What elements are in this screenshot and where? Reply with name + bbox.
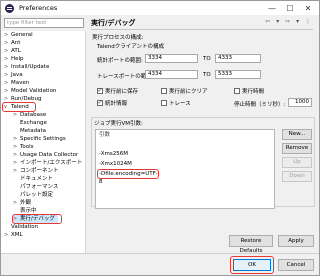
preferences-tree: > General > Ant > ATL > Help > Install/Update… (1, 31, 86, 253)
exec-time-checkbox[interactable]: 実行時間 (234, 87, 264, 95)
tree-item-specific-settings[interactable]: > Specific Settings (13, 135, 66, 143)
trace-port-from-input[interactable]: 4334 (145, 70, 198, 79)
preferences-window: Preferences — ☐ ✕ type filter text > Gene… (0, 0, 320, 276)
chevron-right-icon: > (13, 136, 18, 142)
chevron-right-icon: > (13, 144, 18, 150)
minimize-button[interactable]: — (263, 1, 281, 15)
tree-item-general[interactable]: > General (4, 31, 33, 39)
tree-item-database[interactable]: > Database (13, 111, 46, 119)
tree-item-documentation[interactable]: ドキュメント (13, 175, 53, 183)
tree-item-metadata[interactable]: Metadata (13, 127, 46, 135)
chevron-right-icon: > (4, 64, 9, 70)
tree-item-xml[interactable]: > XML (4, 231, 23, 239)
chevron-right-icon: > (4, 56, 9, 62)
cancel-button[interactable]: Cancel (278, 259, 314, 271)
tree-item-install-update[interactable]: > Install/Update (4, 63, 49, 71)
jvm-arg-item[interactable]: -Xms256M (99, 150, 128, 158)
tree-item-import-export[interactable]: > インポート/エクスポート (13, 159, 82, 167)
checkbox-unchecked-icon (161, 100, 167, 106)
tree-item-components[interactable]: > コンポーネント (13, 167, 59, 175)
tree-item-model-validation[interactable]: > Model Validation (4, 87, 56, 95)
jvm-args-list[interactable]: 引数 -Xms256M -Xmx1024M -Dfile.encoding=UT… (95, 129, 275, 209)
down-button[interactable]: Down (282, 171, 312, 182)
pause-time-input[interactable]: 1000 (288, 98, 312, 107)
talend-highlight (2, 102, 36, 112)
process-group-label: 実行プロセスの構成: (92, 35, 144, 41)
checkbox-unchecked-icon (161, 88, 167, 94)
tree-item-validation[interactable]: Validation (4, 223, 38, 231)
chevron-right-icon: > (13, 160, 18, 166)
tree-item-maven[interactable]: > Maven (4, 79, 29, 87)
up-button[interactable]: Up (282, 157, 312, 168)
tree-item-usage-data-collector[interactable]: > Usage Data Collector (13, 151, 78, 159)
stats-port-label: 統計ポートの範囲: (97, 58, 143, 64)
stats-port-from-input[interactable]: 3334 (145, 54, 198, 63)
chevron-right-icon: > (4, 48, 9, 54)
close-button[interactable]: ✕ (299, 1, 317, 15)
eclipse-app-icon (5, 3, 14, 13)
stats-to-label: TO (203, 56, 211, 62)
chevron-right-icon: > (13, 168, 18, 174)
checkbox-checked-icon (97, 99, 103, 106)
title-bar: Preferences — ☐ ✕ (1, 1, 319, 15)
window-title: Preferences (19, 4, 58, 12)
jvm-list-header: 引数 (99, 132, 111, 138)
new-button[interactable]: New... (282, 129, 312, 140)
client-config-label: Talendクライアントの構成 (97, 44, 164, 50)
chevron-right-icon: > (4, 232, 9, 238)
save-before-run-checkbox[interactable]: 実行前に保存 (97, 87, 138, 95)
stats-port-to-input[interactable]: 4333 (215, 54, 261, 63)
tree-item-palette-settings[interactable]: パレット設定 (13, 191, 53, 199)
nav-arrows-icon[interactable]: ⇦ ▾ ⇨ ▾ ⋮ (265, 18, 313, 25)
jvm-arg-item[interactable]: -Xmx1024M (99, 160, 132, 168)
restore-defaults-button[interactable]: Restore Defaults (229, 235, 273, 254)
jvm-group-label: ジョブ実行VM引数: (94, 121, 143, 127)
statistics-checkbox[interactable]: 統計情報 (97, 99, 127, 107)
run-debug-highlight (12, 214, 62, 224)
clear-before-run-checkbox[interactable]: 実行前にクリア (161, 87, 208, 95)
chevron-right-icon: > (4, 72, 9, 78)
chevron-right-icon: > (4, 40, 9, 46)
chevron-right-icon: > (13, 152, 18, 158)
trace-to-label: TO (203, 72, 211, 78)
tree-item-tools[interactable]: > Tools (13, 143, 34, 151)
header-divider (91, 29, 313, 30)
checkbox-checked-icon (97, 87, 103, 94)
chevron-right-icon: > (4, 80, 9, 86)
maximize-button[interactable]: ☐ (281, 1, 299, 15)
checkbox-unchecked-icon (234, 88, 240, 94)
tree-item-appearance[interactable]: > 外観 (13, 199, 31, 207)
page-title: 実行/デバッグ (91, 19, 136, 27)
dfile-encoding-highlight (97, 169, 159, 179)
pause-time-label: 停止時間（ミリ秒）: (234, 102, 286, 108)
chevron-right-icon: > (13, 200, 18, 206)
apply-button[interactable]: Apply (278, 235, 314, 247)
tree-item-atl[interactable]: > ATL (4, 47, 21, 55)
ok-highlight (230, 256, 274, 274)
tree-item-performance[interactable]: パフォーマンス (13, 183, 58, 191)
chevron-right-icon: > (4, 32, 9, 38)
trace-port-to-input[interactable]: 5333 (215, 70, 261, 79)
footer-divider (1, 253, 319, 254)
filter-input[interactable]: type filter text (4, 18, 84, 28)
trace-checkbox[interactable]: トレース (161, 99, 191, 107)
remove-button[interactable]: Remove (282, 143, 312, 154)
tree-item-java[interactable]: > Java (4, 71, 23, 79)
tree-item-exchange[interactable]: Exchange (13, 119, 47, 127)
chevron-right-icon: > (4, 88, 9, 94)
tree-item-help[interactable]: > Help (4, 55, 24, 63)
tree-item-ant[interactable]: > Ant (4, 39, 20, 47)
chevron-right-icon: > (13, 112, 18, 118)
